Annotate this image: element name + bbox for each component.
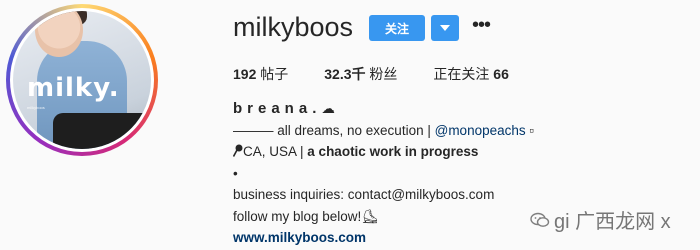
bio-line-4: business inquiries: contact@milkyboos.co… [233, 187, 495, 202]
square-icon: ▫ [529, 122, 535, 138]
blog-text: follow my blog below! [233, 208, 362, 224]
suggestions-dropdown-button[interactable] [431, 15, 459, 41]
avatar-frame: milky. milkyboos [10, 8, 154, 152]
ellipsis-icon[interactable]: ••• [472, 14, 491, 37]
posts-count: 192 [233, 66, 257, 82]
posts-label: 帖子 [260, 66, 289, 82]
mention-link[interactable]: @monopeachs [435, 123, 526, 138]
avatar-skirt [53, 113, 151, 149]
bio-line-2: CA, USA | a chaotic work in progress [232, 141, 534, 163]
website-link[interactable]: www.milkyboos.com [233, 227, 534, 249]
followers-count: 32.3千 [324, 66, 366, 82]
chevron-down-icon [440, 24, 450, 31]
avatar-brand-text: milky. [27, 73, 120, 103]
followers-stat[interactable]: 32.3千 粉丝 [324, 64, 397, 84]
avatar-ring[interactable]: milky. milkyboos [6, 4, 158, 156]
following-stat[interactable]: 正在关注 66 [433, 64, 508, 84]
profile-bio: breana.☁ ——— all dreams, no execution | … [232, 98, 534, 249]
bio-bold-text: a chaotic work in progress [307, 144, 479, 159]
skate-icon: ⛸ [361, 208, 379, 224]
following-label: 正在关注 [433, 66, 490, 82]
follow-button[interactable]: 关注 [369, 15, 425, 41]
location-text: CA, USA | [243, 144, 304, 159]
display-name-line: breana.☁ [233, 98, 534, 120]
username: milkyboos [233, 12, 354, 42]
display-name: breana. [233, 100, 322, 117]
bio-line-3: • [233, 165, 238, 181]
profile-stats: 192 帖子 32.3千 粉丝 正在关注 66 [233, 64, 545, 84]
bio-tagline: ——— all dreams, no execution | [233, 122, 431, 138]
watermark-text: gi 广西龙网 x [554, 211, 671, 233]
cloud-icon: ☁ [321, 101, 335, 116]
posts-stat: 192 帖子 [233, 64, 288, 84]
avatar[interactable]: milky. milkyboos [13, 11, 151, 149]
bio-line-5: follow my blog below!⛸ [233, 206, 534, 228]
bio-line-1: ——— all dreams, no execution | @monopeac… [233, 120, 534, 142]
following-count: 66 [493, 66, 509, 82]
avatar-fineprint: milkyboos [27, 105, 45, 110]
watermark: gi 广西龙网 x [530, 205, 671, 234]
wechat-icon [530, 212, 550, 227]
location-pin-icon [232, 144, 243, 157]
followers-label: 粉丝 [369, 66, 398, 82]
